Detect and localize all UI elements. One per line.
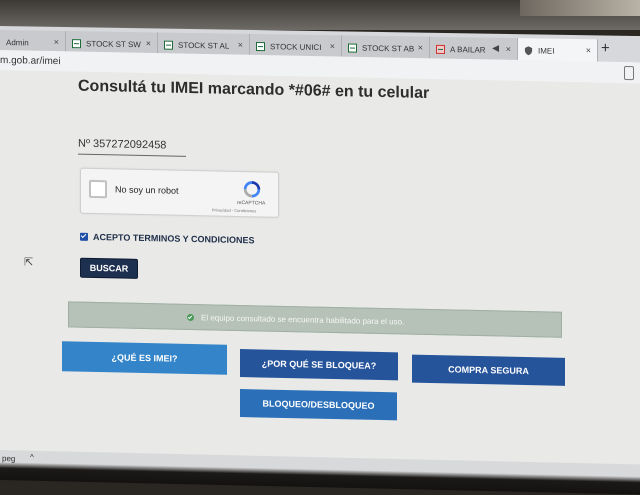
page-title: Consultá tu IMEI marcando *#06# en tu ce…	[78, 77, 430, 102]
tab-label: STOCK UNICI	[270, 41, 322, 52]
recaptcha-brand: reCAPTCHA	[237, 199, 266, 207]
chevron-up-icon[interactable]: ^	[30, 453, 34, 462]
tab-label: STOCK ST AL	[178, 40, 230, 51]
recaptcha-checkbox[interactable]	[89, 179, 107, 199]
close-icon[interactable]: ×	[506, 44, 511, 54]
video-icon	[436, 44, 445, 54]
new-tab-button[interactable]: +	[601, 39, 610, 56]
terms-checkbox[interactable]	[80, 232, 88, 241]
close-icon[interactable]: ×	[586, 45, 591, 55]
tab-label: Admin	[6, 37, 29, 47]
recaptcha-links[interactable]: Privacidad - Condiciones	[212, 207, 256, 213]
sheets-icon	[164, 40, 173, 50]
sheets-icon	[256, 41, 265, 51]
bloqueo-desbloqueo-button[interactable]: BLOQUEO/DESBLOQUEO	[240, 389, 397, 421]
close-icon[interactable]: ×	[238, 40, 243, 50]
tab-label: STOCK ST SW	[86, 38, 141, 49]
result-alert: El equipo consultado se encuentra habili…	[68, 301, 562, 338]
sheets-icon	[72, 38, 81, 48]
background-wall	[520, 0, 640, 16]
shield-icon	[524, 46, 533, 55]
close-icon[interactable]: ×	[418, 43, 423, 53]
close-icon[interactable]: ×	[330, 41, 335, 51]
tab-label: STOCK ST AB	[362, 43, 415, 54]
extension-icon[interactable]	[624, 65, 634, 81]
tab-label: IMEI	[538, 45, 555, 56]
imei-input[interactable]: Nº 357272092458	[78, 137, 186, 157]
search-button[interactable]: BUSCAR	[80, 257, 138, 279]
compra-segura-button[interactable]: COMPRA SEGURA	[412, 354, 565, 386]
terms-label: ACEPTO TERMINOS Y CONDICIONES	[93, 231, 255, 246]
recaptcha-widget: No soy un robot reCAPTCHA Privacidad - C…	[80, 167, 279, 218]
result-message: El equipo consultado se encuentra habili…	[201, 312, 405, 326]
close-icon[interactable]: ×	[146, 38, 151, 48]
check-circle-icon	[187, 313, 194, 321]
terms-checkbox-row[interactable]: ACEPTO TERMINOS Y CONDICIONES	[80, 231, 255, 246]
sheets-icon	[348, 42, 357, 53]
que-es-imei-button[interactable]: ¿QUÉ ES IMEI?	[62, 341, 227, 375]
recaptcha-logo-icon	[243, 181, 261, 198]
download-item[interactable]: peg	[2, 454, 15, 463]
close-icon[interactable]: ×	[54, 37, 59, 47]
tab-label: A BAILAR	[450, 44, 486, 55]
url-text[interactable]: m.gob.ar/imei	[0, 55, 61, 67]
speaker-icon[interactable]: ◀	[492, 43, 499, 54]
mouse-cursor-icon: ⇱	[24, 256, 34, 269]
por-que-se-bloquea-button[interactable]: ¿POR QUÉ SE BLOQUEA?	[240, 349, 398, 381]
recaptcha-label: No soy un robot	[115, 184, 179, 196]
page-content: Consultá tu IMEI marcando *#06# en tu ce…	[0, 70, 640, 474]
